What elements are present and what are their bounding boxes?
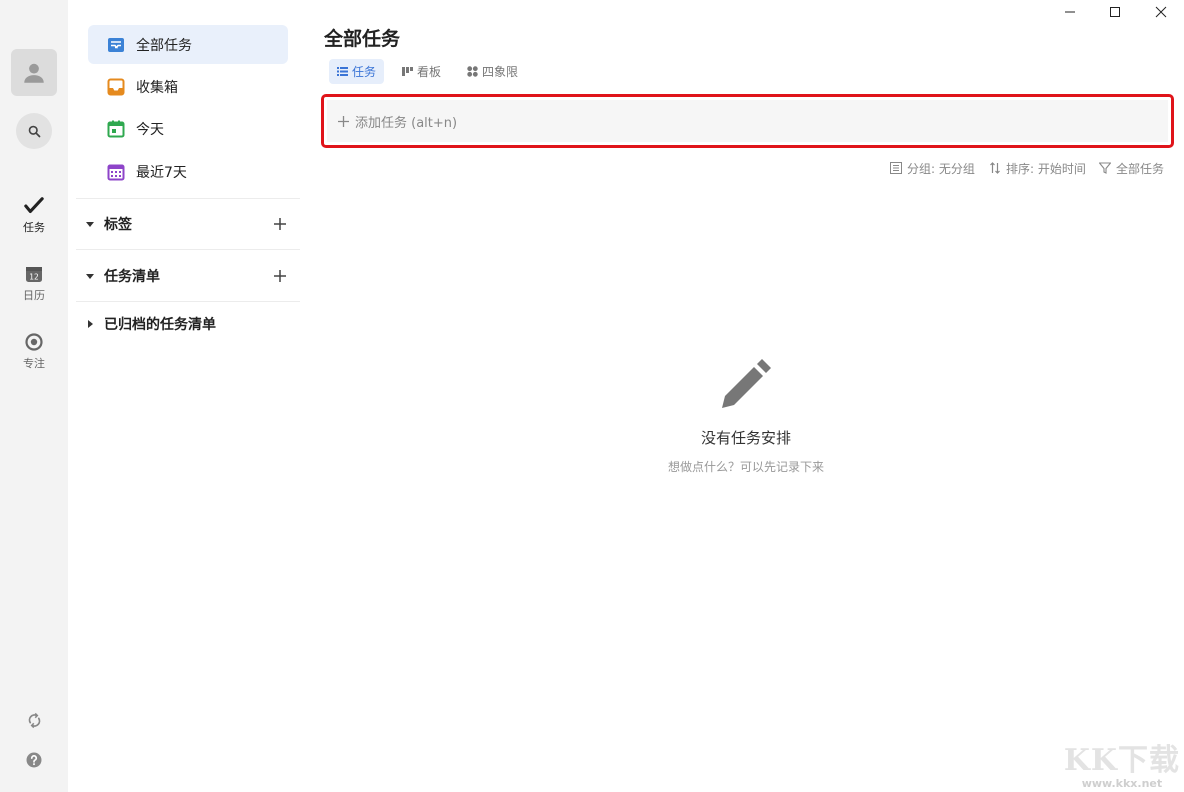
section-label: 已归档的任务清单	[104, 317, 216, 333]
caret-down-icon	[80, 266, 100, 286]
sidebar-item-label: 今天	[136, 121, 164, 138]
section-lists[interactable]: 任务清单	[76, 261, 300, 291]
tab-kanban[interactable]: 看板	[394, 59, 449, 84]
kanban-icon	[402, 67, 413, 76]
rail-item-calendar[interactable]: 12 日历	[0, 264, 68, 314]
quadrant-icon	[467, 66, 478, 77]
minimize-button[interactable]	[1047, 0, 1093, 24]
caret-right-icon	[80, 314, 100, 334]
help-button[interactable]	[24, 750, 44, 770]
next7days-icon	[106, 162, 126, 182]
calendar-badge: 12	[29, 273, 39, 282]
sidebar-item-label: 最近7天	[136, 164, 187, 181]
sidebar-item-label: 收集箱	[136, 79, 178, 96]
divider	[76, 198, 300, 199]
maximize-icon	[1110, 7, 1120, 17]
sync-button[interactable]	[24, 710, 44, 730]
rail-item-focus[interactable]: 专注	[0, 332, 68, 382]
tab-label: 任务	[352, 65, 377, 79]
tab-label: 看板	[417, 65, 442, 79]
sidebar-item-label: 全部任务	[136, 37, 192, 54]
sidebar-item-all-tasks[interactable]: 全部任务	[88, 25, 288, 64]
empty-state-subtitle: 想做点什么？可以先记录下来	[667, 460, 824, 474]
section-label: 标签	[104, 217, 132, 233]
add-task-input[interactable]: 添加任务 (alt+n)	[327, 100, 1168, 142]
group-icon	[890, 162, 902, 174]
search-button[interactable]	[16, 113, 52, 149]
empty-state-title: 没有任务安排	[700, 429, 791, 447]
add-task-placeholder: 添加任务 (alt+n)	[355, 115, 458, 131]
sidebar-item-next-7-days[interactable]: 最近7天	[88, 152, 288, 191]
caret-down-icon	[80, 214, 100, 234]
avatar[interactable]	[11, 49, 57, 96]
app-window: 任务 12 日历 专注 全部任务 收集箱 今天 最近7天 标签 任务清单 已归档…	[0, 0, 1184, 792]
check-icon	[24, 197, 44, 213]
divider	[76, 301, 300, 302]
main-panel: 全部任务 任务 看板 四象限 添加任务 (alt+n) 分组: 无分组 排序: …	[308, 0, 1184, 792]
sort-label: 排序: 开始时间	[1006, 161, 1086, 176]
watermark-logo: KK下载	[1063, 743, 1180, 778]
filter-label: 全部任务	[1116, 161, 1165, 176]
focus-icon	[25, 333, 43, 351]
rail-item-label: 任务	[23, 221, 45, 234]
divider	[76, 249, 300, 250]
close-icon	[1155, 6, 1167, 18]
pencil-icon	[722, 359, 771, 408]
add-list-button[interactable]	[270, 266, 290, 286]
rail-item-tasks[interactable]: 任务	[0, 196, 68, 246]
list-icon	[337, 67, 348, 76]
group-label: 分组: 无分组	[907, 161, 975, 176]
watermark: KK下载 www.kkx.net	[1063, 743, 1180, 791]
close-button[interactable]	[1138, 0, 1184, 24]
filter-button[interactable]: 全部任务	[1099, 158, 1164, 178]
help-icon	[26, 752, 42, 768]
maximize-button[interactable]	[1092, 0, 1138, 24]
add-task-highlight: 添加任务 (alt+n)	[321, 94, 1174, 148]
all-tasks-icon	[106, 35, 126, 55]
sync-icon	[28, 712, 40, 728]
user-icon	[24, 63, 44, 83]
section-tags[interactable]: 标签	[76, 209, 300, 239]
page-title: 全部任务	[324, 28, 401, 50]
tab-label: 四象限	[482, 65, 519, 79]
watermark-url: www.kkx.net	[1081, 777, 1163, 790]
sort-icon	[990, 162, 1000, 174]
sidebar: 全部任务 收集箱 今天 最近7天 标签 任务清单 已归档的任务清单	[68, 0, 308, 792]
plus-icon	[274, 218, 286, 230]
calendar-icon: 12	[26, 267, 42, 282]
minimize-icon	[1065, 11, 1075, 13]
group-button[interactable]: 分组: 无分组	[890, 158, 975, 178]
add-tag-button[interactable]	[270, 214, 290, 234]
sidebar-item-today[interactable]: 今天	[88, 109, 288, 148]
inbox-icon	[106, 77, 126, 97]
rail-item-label: 专注	[23, 357, 45, 370]
plus-icon	[274, 270, 286, 282]
tab-quadrant[interactable]: 四象限	[459, 59, 526, 84]
filter-icon	[1099, 162, 1111, 174]
section-archived-lists[interactable]: 已归档的任务清单	[76, 309, 300, 339]
search-icon	[28, 125, 40, 137]
plus-icon	[338, 115, 349, 127]
nav-rail: 任务 12 日历 专注	[0, 0, 68, 792]
rail-item-label: 日历	[23, 289, 45, 302]
section-label: 任务清单	[104, 269, 160, 285]
today-icon	[106, 119, 126, 139]
tab-tasks[interactable]: 任务	[329, 59, 385, 84]
sort-button[interactable]: 排序: 开始时间	[989, 158, 1086, 178]
sidebar-item-inbox[interactable]: 收集箱	[88, 67, 288, 106]
